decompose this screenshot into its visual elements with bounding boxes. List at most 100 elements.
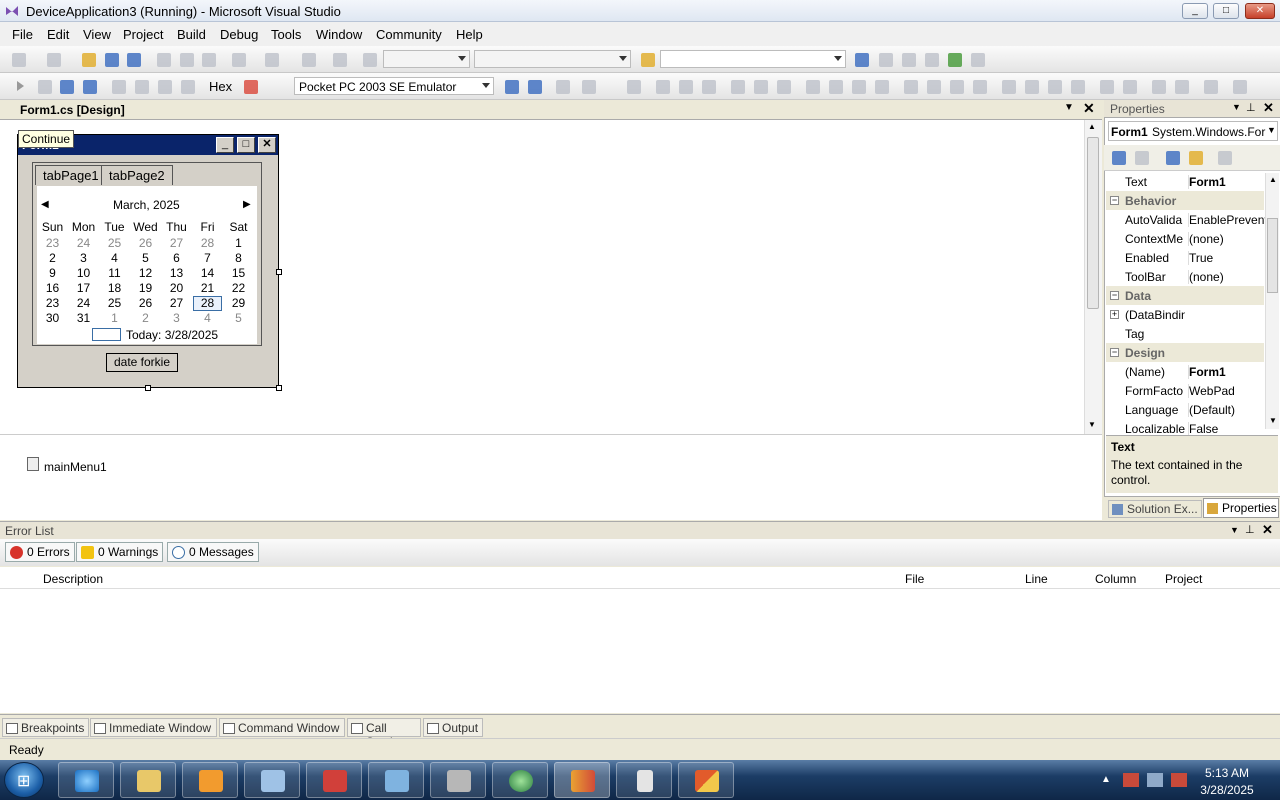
cut-icon[interactable] <box>157 53 171 67</box>
center-vertically-icon[interactable] <box>1123 80 1137 94</box>
start-page-icon[interactable] <box>948 53 962 67</box>
size-to-grid-icon[interactable] <box>829 80 843 94</box>
property-row[interactable]: FormFacto WebPad <box>1106 381 1264 400</box>
taskbar-device-emulator[interactable] <box>616 762 672 798</box>
warnings-filter-button[interactable]: 0 Warnings <box>76 542 164 562</box>
save-all-icon[interactable] <box>127 53 141 67</box>
menu-build[interactable]: Build <box>177 27 206 42</box>
lock-controls-icon[interactable] <box>1233 80 1247 94</box>
property-row[interactable]: ToolBar (none) <box>1106 267 1264 286</box>
taskbar-computer[interactable] <box>244 762 300 798</box>
save-icon[interactable] <box>105 53 119 67</box>
form-close-button[interactable]: ✕ <box>258 137 276 153</box>
solution-platform-combo[interactable] <box>474 50 631 68</box>
property-value[interactable]: WebPad <box>1188 384 1266 398</box>
scrollbar-thumb[interactable] <box>1087 137 1099 309</box>
calendar-day[interactable]: 13 <box>161 266 192 280</box>
property-value[interactable]: (Default) <box>1188 403 1266 417</box>
menu-tools[interactable]: Tools <box>271 27 301 42</box>
calendar-day[interactable]: 28 <box>192 296 223 310</box>
hex-button[interactable]: Hex <box>209 79 232 94</box>
align-lefts-icon[interactable] <box>656 80 670 94</box>
maximize-button[interactable]: □ <box>1213 3 1239 19</box>
align-bottoms-icon[interactable] <box>777 80 791 94</box>
pin-icon[interactable]: ⊥ <box>1246 101 1256 114</box>
calendar-day[interactable]: 1 <box>99 311 130 325</box>
properties-window-icon[interactable] <box>879 53 893 67</box>
calendar-day[interactable]: 18 <box>99 281 130 295</box>
step-into-icon[interactable] <box>135 80 149 94</box>
navigate-forward-icon[interactable] <box>333 53 347 67</box>
taskbar-network[interactable] <box>368 762 424 798</box>
toolbox-icon[interactable] <box>925 53 939 67</box>
calendar-day[interactable]: 27 <box>161 296 192 310</box>
make-same-width-icon[interactable] <box>806 80 820 94</box>
messages-filter-button[interactable]: 0 Messages <box>167 542 259 562</box>
taskbar-globe[interactable] <box>492 762 548 798</box>
property-row[interactable]: Enabled True <box>1106 248 1264 267</box>
properties-icon[interactable] <box>1166 151 1180 165</box>
form-minimize-button[interactable]: _ <box>216 137 234 153</box>
calendar-day[interactable]: 31 <box>68 311 99 325</box>
column-line[interactable]: Line <box>1025 572 1048 586</box>
calendar-day[interactable]: 2 <box>37 251 68 265</box>
property-value[interactable]: False <box>1188 422 1266 436</box>
horizontal-spacing-icon[interactable] <box>950 80 964 94</box>
paste-icon[interactable] <box>202 53 216 67</box>
calendar-day[interactable]: 16 <box>37 281 68 295</box>
menu-edit[interactable]: Edit <box>47 27 69 42</box>
menu-window[interactable]: Window <box>316 27 362 42</box>
taskbar-file-explorer[interactable] <box>120 762 176 798</box>
calendar-day[interactable]: 3 <box>161 311 192 325</box>
expand-icon[interactable]: + <box>1110 310 1119 319</box>
stop-debugging-icon[interactable] <box>60 80 74 94</box>
new-project-icon[interactable] <box>12 53 26 67</box>
tab-tabpage1[interactable]: tabPage1 <box>35 165 107 185</box>
taskbar-visual-studio[interactable] <box>554 762 610 798</box>
object-selector-combo[interactable]: Form1 System.Windows.For ▼ <box>1108 121 1278 141</box>
property-category[interactable]: − Behavior <box>1106 191 1264 210</box>
column-description[interactable]: Description <box>43 572 103 586</box>
tab-immediate-window[interactable]: Immediate Window <box>90 718 217 737</box>
document-dropdown-icon[interactable]: ▼ <box>1064 102 1074 113</box>
calendar-day[interactable]: 22 <box>223 281 254 295</box>
property-row[interactable]: (Name) Form1 <box>1106 362 1264 381</box>
scrollbar-thumb[interactable] <box>1267 218 1278 293</box>
menu-project[interactable]: Project <box>123 27 163 42</box>
close-document-icon[interactable]: ✕ <box>1083 100 1095 117</box>
taskbar-internet-explorer[interactable] <box>58 762 114 798</box>
send-to-back-icon[interactable] <box>1175 80 1189 94</box>
property-value[interactable]: True <box>1188 251 1266 265</box>
property-category[interactable]: − Design <box>1106 343 1264 362</box>
taskbar-toolbox[interactable] <box>306 762 362 798</box>
tray-flag-icon[interactable] <box>1123 773 1139 787</box>
vertical-spacing-icon[interactable] <box>1048 80 1062 94</box>
pin-icon[interactable]: ⊥ <box>1245 523 1255 536</box>
calendar-day[interactable]: 27 <box>161 236 192 250</box>
scroll-down-icon[interactable]: ▼ <box>1088 420 1096 429</box>
calendar-day[interactable]: 7 <box>192 251 223 265</box>
menu-debug[interactable]: Debug <box>220 27 258 42</box>
vertical-spacing-icon[interactable] <box>1025 80 1039 94</box>
calendar-day[interactable]: 4 <box>192 311 223 325</box>
property-row[interactable]: Tag <box>1106 324 1264 343</box>
step-over-icon[interactable] <box>158 80 172 94</box>
tab-tabpage2[interactable]: tabPage2 <box>101 165 173 185</box>
calendar-month-label[interactable]: March, 2025 <box>113 198 180 212</box>
tray-network-icon[interactable] <box>1147 773 1163 787</box>
calendar-day[interactable]: 8 <box>223 251 254 265</box>
vertical-spacing-icon[interactable] <box>1002 80 1016 94</box>
tab-output[interactable]: Output <box>423 718 483 737</box>
tab-properties[interactable]: Properties <box>1203 498 1279 518</box>
calendar-day[interactable]: 9 <box>37 266 68 280</box>
calendar-day[interactable]: 3 <box>68 251 99 265</box>
calendar-day[interactable]: 26 <box>130 236 161 250</box>
calendar-day[interactable]: 29 <box>223 296 254 310</box>
add-item-icon[interactable] <box>47 53 61 67</box>
align-tops-icon[interactable] <box>731 80 745 94</box>
taskbar-paint[interactable] <box>430 762 486 798</box>
start-button[interactable]: ⊞ <box>4 762 44 798</box>
alphabetical-icon[interactable] <box>1135 151 1149 165</box>
copy-icon[interactable] <box>180 53 194 67</box>
property-grid-scrollbar[interactable]: ▲ ▼ <box>1265 173 1279 429</box>
